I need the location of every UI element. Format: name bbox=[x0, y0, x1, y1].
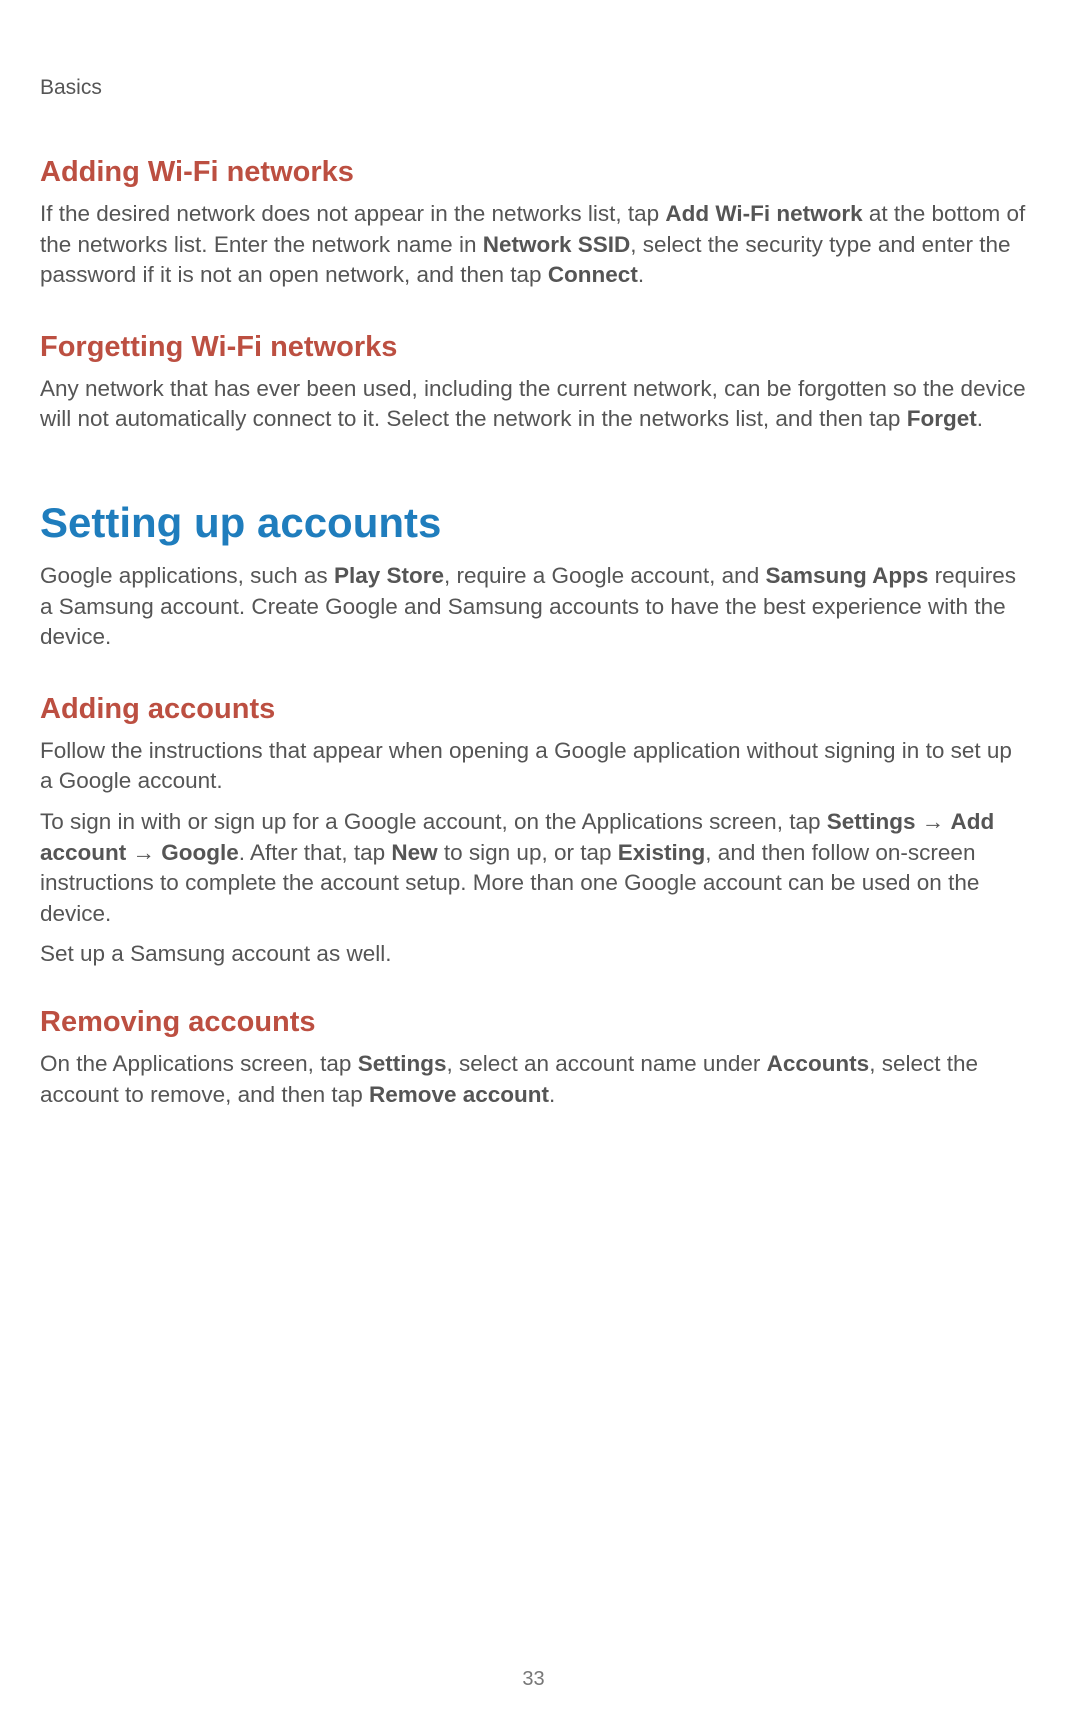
heading-removing-accounts: Removing accounts bbox=[40, 1006, 1027, 1039]
heading-forgetting-wifi: Forgetting Wi-Fi networks bbox=[40, 331, 1027, 364]
paragraph-adding-accounts-3: Set up a Samsung account as well. bbox=[40, 939, 1027, 970]
paragraph-setting-up-accounts: Google applications, such as Play Store,… bbox=[40, 561, 1027, 653]
section-label: Basics bbox=[40, 76, 1027, 100]
paragraph-adding-wifi: If the desired network does not appear i… bbox=[40, 199, 1027, 291]
bold-text: Existing bbox=[618, 840, 706, 865]
paragraph-removing-accounts: On the Applications screen, tap Settings… bbox=[40, 1049, 1027, 1110]
text: . bbox=[977, 406, 983, 431]
bold-text: Settings bbox=[827, 809, 916, 834]
text: Any network that has ever been used, inc… bbox=[40, 376, 1026, 432]
text: On the Applications screen, tap bbox=[40, 1051, 358, 1076]
bold-text: Play Store bbox=[334, 563, 444, 588]
heading-setting-up-accounts: Setting up accounts bbox=[40, 499, 1027, 547]
bold-text: Network SSID bbox=[483, 232, 631, 257]
bold-text: New bbox=[391, 840, 437, 865]
arrow-icon: → bbox=[916, 809, 951, 834]
bold-text: Accounts bbox=[767, 1051, 870, 1076]
text: , require a Google account, and bbox=[444, 563, 765, 588]
text: to sign up, or tap bbox=[438, 840, 618, 865]
text: . After that, tap bbox=[239, 840, 392, 865]
paragraph-adding-accounts-1: Follow the instructions that appear when… bbox=[40, 736, 1027, 797]
paragraph-forgetting-wifi: Any network that has ever been used, inc… bbox=[40, 374, 1027, 435]
arrow-icon: → bbox=[126, 840, 161, 865]
text: . bbox=[549, 1082, 555, 1107]
bold-text: Google bbox=[161, 840, 239, 865]
text: , select an account name under bbox=[446, 1051, 766, 1076]
bold-text: Add Wi-Fi network bbox=[665, 201, 862, 226]
text: . bbox=[638, 262, 644, 287]
bold-text: Samsung Apps bbox=[765, 563, 928, 588]
text: Google applications, such as bbox=[40, 563, 334, 588]
text: If the desired network does not appear i… bbox=[40, 201, 665, 226]
page-number: 33 bbox=[0, 1668, 1067, 1691]
bold-text: Connect bbox=[548, 262, 638, 287]
text: To sign in with or sign up for a Google … bbox=[40, 809, 827, 834]
heading-adding-wifi: Adding Wi-Fi networks bbox=[40, 156, 1027, 189]
bold-text: Settings bbox=[358, 1051, 447, 1076]
bold-text: Remove account bbox=[369, 1082, 549, 1107]
paragraph-adding-accounts-2: To sign in with or sign up for a Google … bbox=[40, 807, 1027, 929]
bold-text: Forget bbox=[907, 406, 977, 431]
heading-adding-accounts: Adding accounts bbox=[40, 693, 1027, 726]
